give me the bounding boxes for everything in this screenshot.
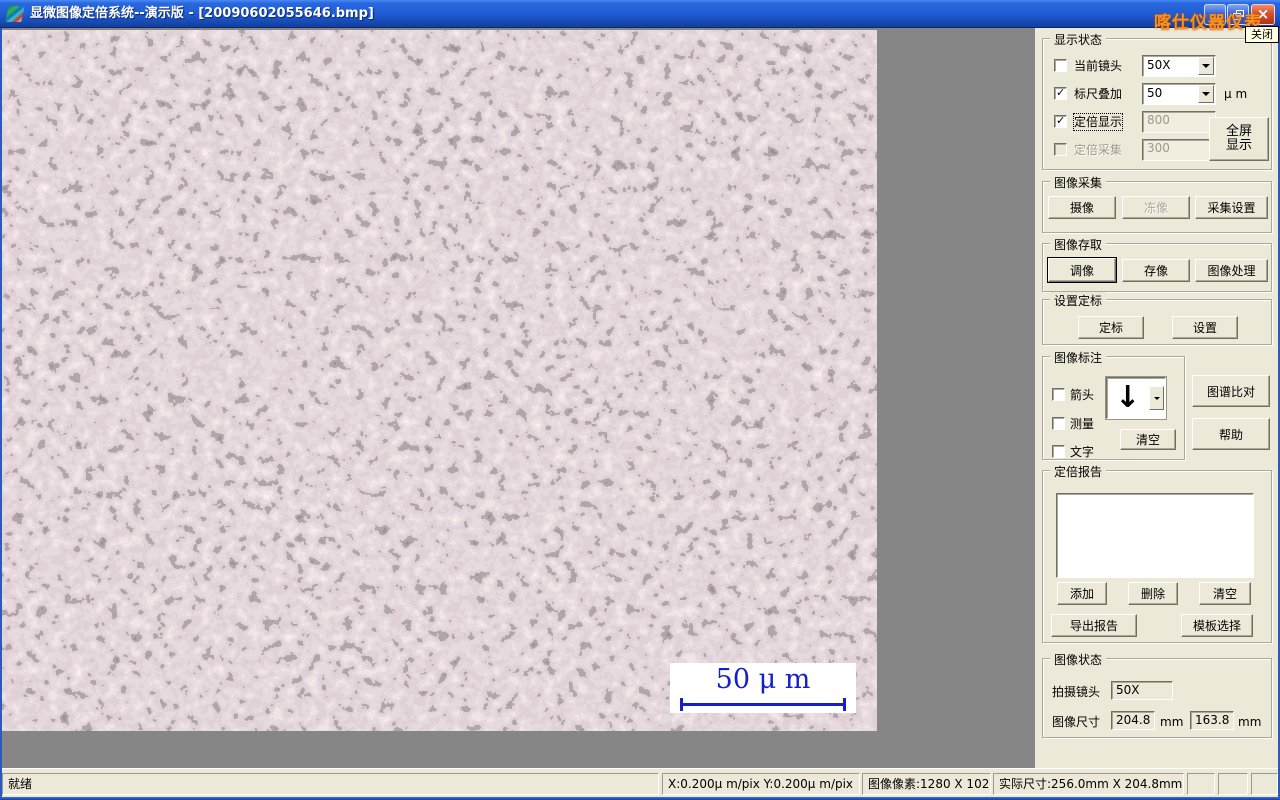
freeze-button: 冻像 [1122,196,1190,219]
status-pixel-scale: X:0.200μ m/pix Y:0.200μ m/pix [662,773,860,795]
checkbox-text[interactable] [1052,445,1065,458]
report-delete-button[interactable]: 删除 [1128,582,1178,605]
checkbox-fixed-mag-display[interactable]: ✓ [1054,114,1067,128]
groupbox-report-title: 定倍报告 [1050,463,1107,480]
groupbox-calibration-title: 设置定标 [1050,292,1107,309]
label-shooting-lens: 拍摄镜头 [1052,685,1101,699]
label-width-unit: mm [1160,715,1184,729]
restore-icon [1232,9,1244,20]
status-spare-1 [1187,773,1215,795]
chevron-down-icon[interactable] [1198,57,1214,75]
check-icon: ✓ [1056,86,1066,99]
lens-combobox[interactable]: 50X [1142,55,1216,77]
report-add-button[interactable]: 添加 [1057,582,1107,605]
checkbox-ruler-overlay[interactable]: ✓ [1054,86,1067,100]
ruler-combobox-value: 50 [1147,86,1163,100]
groupbox-image-storage-title: 图像存取 [1050,236,1107,253]
image-viewport: 50 μ m [0,28,1035,768]
status-spare-2 [1218,773,1248,795]
groupbox-annotation-title: 图像标注 [1050,349,1107,366]
status-bar: 就绪 X:0.200μ m/pix Y:0.200μ m/pix 图像像素:12… [0,768,1280,797]
groupbox-display-status-title: 显示状态 [1050,31,1107,48]
checkbox-fixed-mag-capture [1054,143,1067,156]
status-ready: 就绪 [2,773,659,795]
groupbox-image-status-title: 图像状态 [1050,651,1107,668]
scale-bar-line [680,703,846,706]
scale-bar-tick-right [843,698,846,711]
atlas-compare-button[interactable]: 图谱比对 [1192,375,1270,407]
status-actual-size: 实际尺寸:256.0mm X 204.8mm [993,773,1184,795]
label-fixed-mag-capture: 定倍采集 [1074,143,1123,157]
label-height-unit: mm [1238,715,1262,729]
micrograph-canvas[interactable]: 50 μ m [2,30,877,731]
shoot-button[interactable]: 摄像 [1048,196,1116,219]
checkbox-arrow[interactable] [1052,388,1065,401]
label-ruler-overlay: 标尺叠加 [1074,87,1123,101]
minimize-button[interactable] [1204,4,1226,25]
shooting-lens-field: 50X [1111,681,1173,700]
annotation-clear-button[interactable]: 清空 [1120,429,1176,450]
close-tooltip: 关闭 [1245,26,1279,43]
export-report-button[interactable]: 导出报告 [1051,614,1137,637]
close-icon: × [1256,5,1270,23]
down-arrow-icon: ↓ [1115,380,1141,415]
scale-bar-overlay: 50 μ m [670,663,856,713]
calib-settings-button[interactable]: 设置 [1172,316,1238,339]
status-image-pixels: 图像像素:1280 X 1024 [862,773,991,795]
lens-combobox-value: 50X [1147,58,1171,72]
report-listbox[interactable] [1056,493,1254,578]
label-text: 文字 [1070,445,1095,459]
groupbox-image-capture-title: 图像采集 [1050,174,1107,191]
scale-bar-label: 50 μ m [715,664,811,695]
chevron-down-icon[interactable] [1149,386,1164,410]
fullscreen-button-line1: 全屏 [1225,124,1252,139]
fullscreen-button-line2: 显示 [1225,138,1252,153]
chevron-down-icon[interactable] [1198,85,1214,103]
micrograph-texture [2,30,877,731]
app-icon [5,6,25,22]
label-image-size: 图像尺寸 [1052,715,1101,729]
label-arrow: 箭头 [1070,388,1095,402]
label-current-lens: 当前镜头 [1074,59,1123,73]
image-height-field: 163.8 [1190,711,1234,730]
ruler-combobox[interactable]: 50 [1142,83,1216,105]
close-button[interactable]: × [1251,4,1275,25]
minimize-icon [1210,17,1220,21]
fixed-mag-capture-input: 300 [1142,139,1216,161]
restore-button[interactable] [1227,4,1249,25]
fixed-mag-display-input: 800 [1142,111,1216,133]
help-button[interactable]: 帮助 [1192,418,1270,450]
fullscreen-button[interactable]: 全屏 显示 [1209,117,1269,161]
label-fixed-mag-display: 定倍显示 [1072,113,1124,131]
capture-settings-button[interactable]: 采集设置 [1195,196,1268,219]
checkbox-measure[interactable] [1052,417,1065,430]
window-left-edge [0,28,2,797]
label-ruler-unit: μ m [1224,87,1248,101]
report-clear-button[interactable]: 清空 [1199,582,1251,605]
status-spare-3 [1251,773,1278,795]
calibrate-button[interactable]: 定标 [1078,316,1144,339]
image-width-field: 204.8 [1111,711,1155,730]
arrow-style-combobox[interactable]: ↓ [1106,377,1166,419]
window-title: 显微图像定倍系统--演示版 - [20090602055646.bmp] [30,6,374,21]
checkbox-current-lens[interactable] [1054,59,1067,72]
image-process-button[interactable]: 图像处理 [1195,259,1268,282]
title-bar: 显微图像定倍系统--演示版 - [20090602055646.bmp] × [0,0,1280,28]
template-select-button[interactable]: 模板选择 [1181,614,1253,637]
check-icon: ✓ [1056,114,1066,127]
label-measure: 测量 [1070,417,1095,431]
load-image-button[interactable]: 调像 [1048,258,1116,282]
save-image-button[interactable]: 存像 [1122,259,1190,282]
scale-bar-tick-left [680,698,683,711]
